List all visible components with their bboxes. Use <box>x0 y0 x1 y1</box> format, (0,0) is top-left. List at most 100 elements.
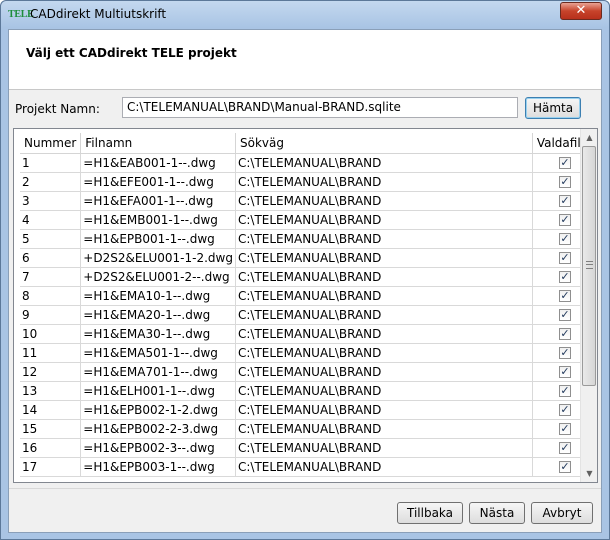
dialog-body: Välj ett CADdirekt TELE projekt Projekt … <box>8 29 602 533</box>
select-checkbox[interactable]: ✓ <box>558 290 571 302</box>
row-path: C:\TELEMANUAL\BRAND <box>235 362 533 382</box>
row-filename: =H1&EMA10-1--.dwg <box>80 286 236 306</box>
row-path: C:\TELEMANUAL\BRAND <box>235 438 533 458</box>
row-path: C:\TELEMANUAL\BRAND <box>235 248 533 268</box>
row-number: 15 <box>20 419 82 439</box>
row-filename: =H1&EMA30-1--.dwg <box>80 324 236 344</box>
row-filename: +D2S2&ELU001-1-2.dwg <box>80 248 236 268</box>
row-path: C:\TELEMANUAL\BRAND <box>235 305 533 325</box>
table-row[interactable]: 4 =H1&EMB001-1--.dwg C:\TELEMANUAL\BRAND ✓ <box>20 210 597 230</box>
column-header-sokvag[interactable]: Sökväg <box>235 133 533 154</box>
row-path: C:\TELEMANUAL\BRAND <box>235 381 533 401</box>
footer-divider <box>9 488 601 489</box>
row-path: C:\TELEMANUAL\BRAND <box>235 191 533 211</box>
table-row[interactable]: 7 +D2S2&ELU001-2--.dwg C:\TELEMANUAL\BRAND… <box>20 267 597 287</box>
table-header-row: Nummer Filnamn Sökväg Valdafiler <box>20 133 597 154</box>
project-name-input[interactable]: C:\TELEMANUAL\BRAND\Manual-BRAND.sqlite <box>122 97 518 118</box>
select-checkbox[interactable]: ✓ <box>558 442 571 454</box>
row-filename: =H1&EFA001-1--.dwg <box>80 191 236 211</box>
row-number: 10 <box>20 324 82 344</box>
select-checkbox[interactable]: ✓ <box>558 309 571 321</box>
row-path: C:\TELEMANUAL\BRAND <box>235 229 533 249</box>
row-path: C:\TELEMANUAL\BRAND <box>235 457 533 477</box>
file-grid: Nummer Filnamn Sökväg Valdafiler 1 =H1&EA… <box>13 128 598 483</box>
window-title: CADdirekt Multiutskrift <box>30 7 167 21</box>
select-checkbox[interactable]: ✓ <box>558 195 571 207</box>
title-bar[interactable]: TELE CADdirekt Multiutskrift ✕ <box>1 1 609 28</box>
select-checkbox[interactable]: ✓ <box>558 157 571 169</box>
table-row[interactable]: 9 =H1&EMA20-1--.dwg C:\TELEMANUAL\BRAND ✓ <box>20 305 597 325</box>
cancel-button[interactable]: Avbryt <box>531 502 593 524</box>
row-filename: +D2S2&ELU001-2--.dwg <box>80 267 236 287</box>
table-row[interactable]: 14 =H1&EPB002-1-2.dwg C:\TELEMANUAL\BRAND ✓ <box>20 400 597 420</box>
row-filename: =H1&EPB002-2-3.dwg <box>80 419 236 439</box>
table-row[interactable]: 10 =H1&EMA30-1--.dwg C:\TELEMANUAL\BRAND ✓ <box>20 324 597 344</box>
row-number: 2 <box>20 172 82 192</box>
row-path: C:\TELEMANUAL\BRAND <box>235 210 533 230</box>
table-row[interactable]: 13 =H1&ELH001-1--.dwg C:\TELEMANUAL\BRAND ✓ <box>20 381 597 401</box>
scroll-down-icon[interactable]: ▼ <box>581 465 597 482</box>
scroll-up-icon[interactable]: ▲ <box>581 129 597 146</box>
row-filename: =H1&ELH001-1--.dwg <box>80 381 236 401</box>
table-row[interactable]: 6 +D2S2&ELU001-1-2.dwg C:\TELEMANUAL\BRAND… <box>20 248 597 268</box>
select-checkbox[interactable]: ✓ <box>558 423 571 435</box>
file-table: Nummer Filnamn Sökväg Valdafiler 1 =H1&EA… <box>20 133 597 477</box>
row-number: 11 <box>20 343 82 363</box>
row-path: C:\TELEMANUAL\BRAND <box>235 324 533 344</box>
row-number: 9 <box>20 305 82 325</box>
table-row[interactable]: 12 =H1&EMA701-1--.dwg C:\TELEMANUAL\BRAND ✓ <box>20 362 597 382</box>
select-checkbox[interactable]: ✓ <box>558 404 571 416</box>
close-button[interactable]: ✕ <box>560 2 602 20</box>
select-checkbox[interactable]: ✓ <box>558 252 571 264</box>
header-panel: Välj ett CADdirekt TELE projekt <box>9 30 601 90</box>
row-number: 3 <box>20 191 82 211</box>
select-checkbox[interactable]: ✓ <box>558 271 571 283</box>
next-button[interactable]: Nästa <box>469 502 525 524</box>
select-checkbox[interactable]: ✓ <box>558 347 571 359</box>
table-row[interactable]: 16 =H1&EPB002-3--.dwg C:\TELEMANUAL\BRAND ✓ <box>20 438 597 458</box>
table-row[interactable]: 5 =H1&EPB001-1--.dwg C:\TELEMANUAL\BRAND ✓ <box>20 229 597 249</box>
page-title: Välj ett CADdirekt TELE projekt <box>26 46 237 60</box>
select-checkbox[interactable]: ✓ <box>558 461 571 473</box>
row-path: C:\TELEMANUAL\BRAND <box>235 267 533 287</box>
vertical-scrollbar[interactable]: ▲ ▼ <box>580 129 597 482</box>
row-path: C:\TELEMANUAL\BRAND <box>235 419 533 439</box>
row-path: C:\TELEMANUAL\BRAND <box>235 343 533 363</box>
project-name-label: Projekt Namn: <box>15 102 100 116</box>
row-number: 17 <box>20 457 82 477</box>
column-header-filnamn[interactable]: Filnamn <box>80 133 236 154</box>
table-row[interactable]: 15 =H1&EPB002-2-3.dwg C:\TELEMANUAL\BRAND ✓ <box>20 419 597 439</box>
row-number: 8 <box>20 286 82 306</box>
row-path: C:\TELEMANUAL\BRAND <box>235 172 533 192</box>
table-row[interactable]: 11 =H1&EMA501-1--.dwg C:\TELEMANUAL\BRAND ✓ <box>20 343 597 363</box>
row-filename: =H1&EPB002-3--.dwg <box>80 438 236 458</box>
select-checkbox[interactable]: ✓ <box>558 328 571 340</box>
row-number: 1 <box>20 153 82 173</box>
row-filename: =H1&EMA701-1--.dwg <box>80 362 236 382</box>
scroll-thumb[interactable] <box>582 146 596 386</box>
row-number: 5 <box>20 229 82 249</box>
row-filename: =H1&EMA20-1--.dwg <box>80 305 236 325</box>
table-row[interactable]: 2 =H1&EFE001-1--.dwg C:\TELEMANUAL\BRAND ✓ <box>20 172 597 192</box>
table-row[interactable]: 8 =H1&EMA10-1--.dwg C:\TELEMANUAL\BRAND ✓ <box>20 286 597 306</box>
select-checkbox[interactable]: ✓ <box>558 366 571 378</box>
row-filename: =H1&EPB002-1-2.dwg <box>80 400 236 420</box>
row-number: 16 <box>20 438 82 458</box>
table-row[interactable]: 17 =H1&EPB003-1--.dwg C:\TELEMANUAL\BRAND ✓ <box>20 457 597 477</box>
select-checkbox[interactable]: ✓ <box>558 233 571 245</box>
table-row[interactable]: 1 =H1&EAB001-1--.dwg C:\TELEMANUAL\BRAND ✓ <box>20 153 597 173</box>
select-checkbox[interactable]: ✓ <box>558 214 571 226</box>
row-filename: =H1&EPB001-1--.dwg <box>80 229 236 249</box>
select-checkbox[interactable]: ✓ <box>558 385 571 397</box>
fetch-button[interactable]: Hämta <box>525 97 581 119</box>
row-filename: =H1&EPB003-1--.dwg <box>80 457 236 477</box>
select-checkbox[interactable]: ✓ <box>558 176 571 188</box>
grip-icon <box>586 261 593 269</box>
row-number: 4 <box>20 210 82 230</box>
table-row[interactable]: 3 =H1&EFA001-1--.dwg C:\TELEMANUAL\BRAND ✓ <box>20 191 597 211</box>
column-header-nummer[interactable]: Nummer <box>20 133 82 154</box>
row-number: 7 <box>20 267 82 287</box>
back-button[interactable]: Tillbaka <box>397 502 463 524</box>
row-path: C:\TELEMANUAL\BRAND <box>235 153 533 173</box>
row-number: 14 <box>20 400 82 420</box>
